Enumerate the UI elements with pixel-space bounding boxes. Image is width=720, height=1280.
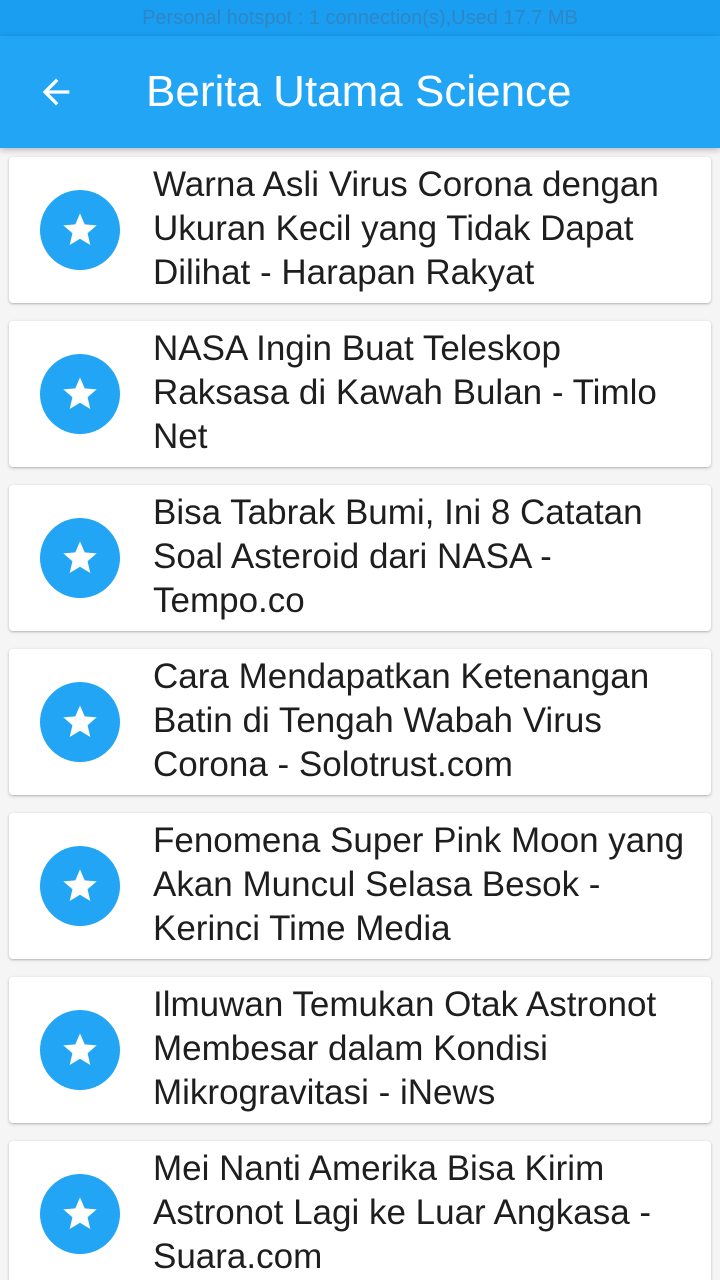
news-title: Mei Nanti Amerika Bisa Kirim Astronot La… [153, 1149, 652, 1276]
star-avatar [40, 1174, 120, 1254]
news-title: Fenomena Super Pink Moon yang Akan Muncu… [153, 821, 685, 948]
news-title: Ilmuwan Temukan Otak Astronot Membesar d… [153, 985, 657, 1112]
star-icon [63, 1033, 97, 1065]
back-button[interactable] [24, 64, 88, 120]
news-card[interactable]: Ilmuwan Temukan Otak Astronot Membesar d… [9, 977, 711, 1123]
star-avatar [40, 354, 120, 434]
hotspot-status-text: Personal hotspot : 1 connection(s),Used … [142, 6, 578, 29]
page-title: Berita Utama Science [146, 67, 572, 116]
news-title: Bisa Tabrak Bumi, Ini 8 Catatan Soal Ast… [153, 493, 643, 620]
news-card[interactable]: Warna Asli Virus Corona dengan Ukuran Ke… [9, 157, 711, 303]
star-icon [63, 1197, 97, 1229]
star-avatar [40, 846, 120, 926]
news-title: Cara Mendapatkan Ketenangan Batin di Ten… [153, 657, 650, 784]
star-icon [63, 213, 97, 245]
news-title: NASA Ingin Buat Teleskop Raksasa di Kawa… [153, 329, 657, 456]
news-card[interactable]: Cara Mendapatkan Ketenangan Batin di Ten… [9, 649, 711, 795]
news-title: Warna Asli Virus Corona dengan Ukuran Ke… [153, 165, 659, 292]
app-bar: Berita Utama Science [0, 36, 720, 148]
news-card[interactable]: Fenomena Super Pink Moon yang Akan Muncu… [9, 813, 711, 959]
arrow-back-icon [42, 78, 70, 106]
news-card[interactable]: Mei Nanti Amerika Bisa Kirim Astronot La… [9, 1141, 711, 1280]
star-icon [63, 541, 97, 573]
star-icon [63, 705, 97, 737]
news-card[interactable]: NASA Ingin Buat Teleskop Raksasa di Kawa… [9, 321, 711, 467]
star-icon [63, 377, 97, 409]
news-list[interactable]: Warna Asli Virus Corona dengan Ukuran Ke… [0, 148, 720, 1280]
star-icon [63, 869, 97, 901]
news-card[interactable]: Bisa Tabrak Bumi, Ini 8 Catatan Soal Ast… [9, 485, 711, 631]
star-avatar [40, 682, 120, 762]
star-avatar [40, 1010, 120, 1090]
star-avatar [40, 190, 120, 270]
star-avatar [40, 518, 120, 598]
status-bar: Personal hotspot : 1 connection(s),Used … [0, 0, 720, 36]
